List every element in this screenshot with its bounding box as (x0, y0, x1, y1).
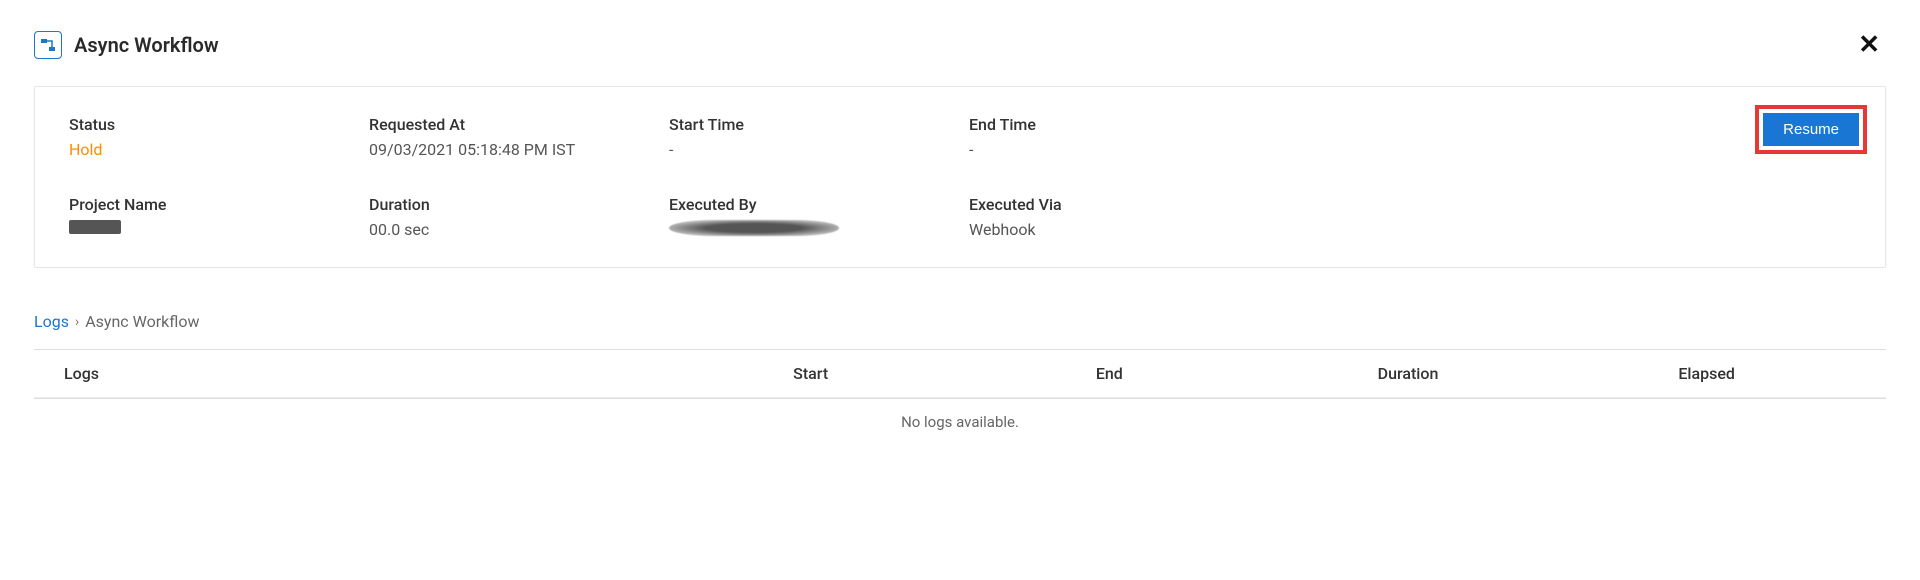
start-time-field: Start Time - (669, 115, 969, 159)
page-header: Async Workflow ✕ (34, 28, 1886, 62)
resume-button[interactable]: Resume (1763, 113, 1859, 146)
duration-value: 00.0 sec (369, 220, 669, 239)
requested-at-label: Requested At (369, 115, 669, 134)
col-logs: Logs (64, 364, 661, 383)
col-duration: Duration (1259, 364, 1558, 383)
breadcrumb-current: Async Workflow (85, 312, 199, 331)
start-time-value: - (669, 140, 969, 159)
redacted-executed-by (669, 220, 839, 236)
col-end: End (960, 364, 1259, 383)
end-time-label: End Time (969, 115, 1269, 134)
executed-by-value (669, 220, 969, 236)
duration-label: Duration (369, 195, 669, 214)
col-start: Start (661, 364, 960, 383)
breadcrumb-root[interactable]: Logs (34, 312, 69, 331)
end-time-value: - (969, 140, 1269, 159)
redacted-project-name (69, 220, 121, 234)
duration-field: Duration 00.0 sec (369, 195, 669, 239)
executed-by-field: Executed By (669, 195, 969, 239)
project-name-label: Project Name (69, 195, 369, 214)
executed-by-label: Executed By (669, 195, 969, 214)
requested-at-value: 09/03/2021 05:18:48 PM IST (369, 140, 669, 159)
logs-empty-message: No logs available. (34, 399, 1886, 445)
header-left: Async Workflow (34, 31, 219, 59)
logs-table-header: Logs Start End Duration Elapsed (34, 350, 1886, 398)
status-label: Status (69, 115, 369, 134)
executed-via-value: Webhook (969, 220, 1269, 239)
project-name-value (69, 220, 369, 234)
col-elapsed: Elapsed (1557, 364, 1856, 383)
status-field: Status Hold (69, 115, 369, 159)
executed-via-label: Executed Via (969, 195, 1269, 214)
requested-at-field: Requested At 09/03/2021 05:18:48 PM IST (369, 115, 669, 159)
close-icon[interactable]: ✕ (1852, 28, 1886, 62)
details-card: Status Hold Requested At 09/03/2021 05:1… (34, 86, 1886, 268)
chevron-right-icon: › (75, 314, 79, 330)
workflow-icon (34, 31, 62, 59)
status-value: Hold (69, 140, 369, 159)
logs-table: Logs Start End Duration Elapsed (34, 349, 1886, 399)
spacer-bottom (1269, 195, 1851, 239)
page-title: Async Workflow (74, 33, 219, 57)
executed-via-field: Executed Via Webhook (969, 195, 1269, 239)
breadcrumb: Logs › Async Workflow (34, 312, 1886, 331)
resume-highlight: Resume (1755, 105, 1867, 154)
end-time-field: End Time - (969, 115, 1269, 159)
project-name-field: Project Name (69, 195, 369, 239)
start-time-label: Start Time (669, 115, 969, 134)
